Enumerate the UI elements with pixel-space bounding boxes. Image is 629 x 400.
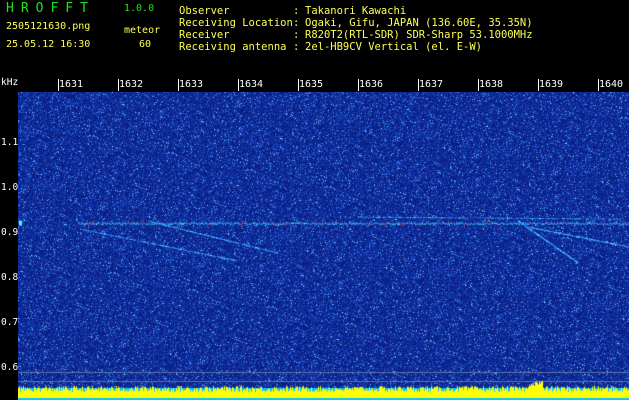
time-tick-label: 1640 [599,79,624,90]
frequency-tick-label: 1.0 [1,181,19,193]
antenna-label: Receiving antenna [179,41,287,53]
hrofft-window: HROFFT 1.0.0 2505121630.png meteor 25.05… [0,0,629,400]
app-logo: HROFFT [6,1,95,16]
time-axis: 1631 1632 1633 1634 1635 1636 1637 1638 1639 1640 [0,78,629,92]
time-tick-label: 1637 [419,79,444,90]
time-tick-label: 1639 [539,79,564,90]
time-tick-label: 1635 [299,79,324,90]
antenna-value: 2el-HB9CV Vertical (el. E-W) [305,41,483,53]
time-tick-label: 1638 [479,79,504,90]
time-tick-label: 1631 [59,79,84,90]
frequency-tick-label: 0.8 [1,271,19,283]
time-tick-label: 1636 [359,79,384,90]
meteor-count: 60 [139,39,152,50]
receiver-label: Receiver [179,29,230,41]
image-filename: 2505121630.png [6,21,91,32]
time-tick-label: 1633 [179,79,204,90]
receiver-value: R820T2(RTL-SDR) SDR-Sharp 53.1000MHz [305,29,533,41]
receiver-colon: : [293,29,300,41]
frequency-tick-label: 0.9 [1,226,19,238]
antenna-colon: : [293,41,300,53]
observer-colon: : [293,5,300,17]
frequency-tick-label: 0.6 [1,361,19,373]
spectrogram-canvas [18,92,629,400]
location-value: Ogaki, Gifu, JAPAN (136.60E, 35.35N) [305,17,533,29]
location-label: Receiving Location [179,17,293,29]
meteor-label: meteor [124,25,161,36]
time-tick-label: 1632 [119,79,144,90]
frequency-tick-label: 1.1 [1,136,19,148]
location-colon: : [293,17,300,29]
unit-label: kHz [1,77,19,88]
app-version: 1.0.0 [124,3,155,14]
frequency-tick-label: 0.7 [1,316,19,328]
time-tick-label: 1634 [239,79,264,90]
observer-label: Observer [179,5,230,17]
observer-value: Takanori Kawachi [305,5,407,17]
observation-datetime: 25.05.12 16:30 [6,39,91,50]
